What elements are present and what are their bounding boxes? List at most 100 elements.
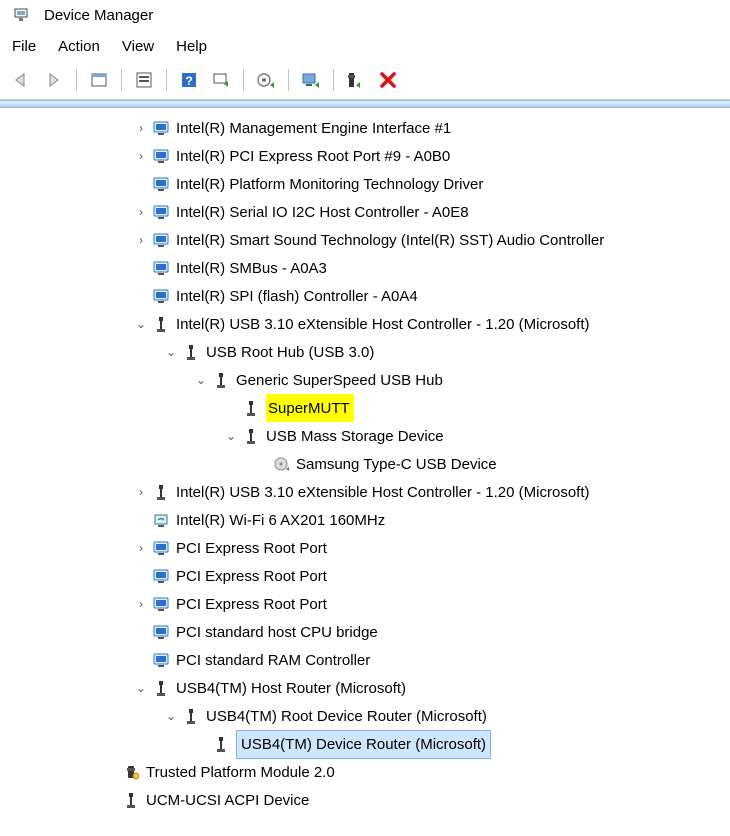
tree-item[interactable]: Trusted Platform Module 2.0 <box>12 758 730 786</box>
expand-collapse-icon[interactable]: ⌄ <box>132 311 150 338</box>
device-card-icon <box>152 175 170 193</box>
tree-item[interactable]: › Intel(R) USB 3.10 eXtensible Host Cont… <box>12 478 730 506</box>
expand-collapse-icon[interactable]: › <box>132 199 150 226</box>
device-label-selected: USB4(TM) Device Router (Microsoft) <box>236 730 491 759</box>
menu-file[interactable]: File <box>12 38 36 55</box>
device-card-icon <box>152 231 170 249</box>
tree-item[interactable]: › PCI Express Root Port <box>12 534 730 562</box>
device-label: Intel(R) Platform Monitoring Technology … <box>176 171 483 198</box>
tree-item[interactable]: ⌄ Intel(R) USB 3.10 eXtensible Host Cont… <box>12 310 730 338</box>
expand-collapse-icon[interactable]: › <box>132 115 150 142</box>
expand-collapse-icon[interactable]: › <box>132 227 150 254</box>
tree-item[interactable]: › Intel(R) Smart Sound Technology (Intel… <box>12 226 730 254</box>
device-card-icon <box>152 651 170 669</box>
device-label: USB4(TM) Root Device Router (Microsoft) <box>206 703 487 730</box>
expand-collapse-icon[interactable]: ⌄ <box>132 675 150 702</box>
device-label: USB Mass Storage Device <box>266 423 444 450</box>
device-label: PCI standard host CPU bridge <box>176 619 378 646</box>
toolbar-separator <box>288 69 289 91</box>
device-card-icon <box>152 119 170 137</box>
expand-collapse-icon[interactable]: › <box>132 479 150 506</box>
device-label: Generic SuperSpeed USB Hub <box>236 367 443 394</box>
expand-collapse-icon[interactable]: ⌄ <box>192 367 210 394</box>
tree-item-supermutt[interactable]: SuperMUTT <box>12 394 730 422</box>
expand-collapse-icon[interactable]: › <box>132 143 150 170</box>
tree-item[interactable]: PCI standard host CPU bridge <box>12 618 730 646</box>
tree-item[interactable]: Intel(R) SPI (flash) Controller - A0A4 <box>12 282 730 310</box>
help-button[interactable]: ? <box>175 67 203 93</box>
app-icon <box>12 6 30 24</box>
expand-collapse-icon[interactable]: ⌄ <box>222 423 240 450</box>
toolbar: ? <box>0 63 730 100</box>
device-label: Intel(R) PCI Express Root Port #9 - A0B0 <box>176 143 450 170</box>
tree-item[interactable]: › Intel(R) Management Engine Interface #… <box>12 114 730 142</box>
tree-item[interactable]: PCI Express Root Port <box>12 562 730 590</box>
usb-icon <box>212 735 230 753</box>
toolbar-separator <box>121 69 122 91</box>
device-label: Intel(R) USB 3.10 eXtensible Host Contro… <box>176 311 590 338</box>
uninstall-device-button[interactable] <box>342 67 370 93</box>
device-card-icon <box>152 287 170 305</box>
tree-item[interactable]: › Intel(R) PCI Express Root Port #9 - A0… <box>12 142 730 170</box>
properties-button[interactable] <box>130 67 158 93</box>
tree-item-selected[interactable]: USB4(TM) Device Router (Microsoft) <box>12 730 730 758</box>
menu-action[interactable]: Action <box>58 38 100 55</box>
device-label: Samsung Type-C USB Device <box>296 451 497 478</box>
usb-icon <box>152 483 170 501</box>
toolbar-separator <box>243 69 244 91</box>
device-tree[interactable]: › Intel(R) Management Engine Interface #… <box>0 108 730 814</box>
menubar: File Action View Help <box>0 28 730 63</box>
device-label: USB4(TM) Host Router (Microsoft) <box>176 675 406 702</box>
tree-item[interactable]: › PCI Express Root Port <box>12 590 730 618</box>
menu-view[interactable]: View <box>122 38 154 55</box>
device-card-icon <box>152 203 170 221</box>
menu-help[interactable]: Help <box>176 38 207 55</box>
wifi-icon <box>152 511 170 529</box>
tree-item[interactable]: PCI standard RAM Controller <box>12 646 730 674</box>
show-hide-tree-button[interactable] <box>85 67 113 93</box>
tree-item[interactable]: ⌄ USB Mass Storage Device <box>12 422 730 450</box>
expand-collapse-icon[interactable]: ⌄ <box>162 703 180 730</box>
toolbar-separator <box>166 69 167 91</box>
device-label: Intel(R) SPI (flash) Controller - A0A4 <box>176 283 418 310</box>
content-top-border <box>0 100 730 108</box>
tree-item[interactable]: ⌄ USB4(TM) Host Router (Microsoft) <box>12 674 730 702</box>
usb-icon <box>152 679 170 697</box>
device-label: Intel(R) Wi-Fi 6 AX201 160MHz <box>176 507 385 534</box>
usb-icon <box>242 399 260 417</box>
tpm-icon <box>122 763 140 781</box>
device-card-icon <box>152 595 170 613</box>
tree-item[interactable]: ⌄ USB4(TM) Root Device Router (Microsoft… <box>12 702 730 730</box>
device-label: PCI Express Root Port <box>176 563 327 590</box>
tree-item[interactable]: Intel(R) Wi-Fi 6 AX201 160MHz <box>12 506 730 534</box>
back-button[interactable] <box>8 67 36 93</box>
usb-icon <box>182 343 200 361</box>
tree-item[interactable]: UCM-UCSI ACPI Device <box>12 786 730 814</box>
expand-collapse-icon[interactable]: ⌄ <box>162 339 180 366</box>
tree-item[interactable]: Samsung Type-C USB Device <box>12 450 730 478</box>
disable-device-button[interactable] <box>374 67 402 93</box>
expand-collapse-icon[interactable]: › <box>132 535 150 562</box>
device-label: PCI Express Root Port <box>176 591 327 618</box>
toolbar-separator <box>76 69 77 91</box>
device-card-icon <box>152 147 170 165</box>
svg-text:?: ? <box>185 74 192 88</box>
device-label: Trusted Platform Module 2.0 <box>146 759 335 786</box>
toolbar-separator <box>333 69 334 91</box>
tree-item[interactable]: Intel(R) Platform Monitoring Technology … <box>12 170 730 198</box>
device-label: Intel(R) USB 3.10 eXtensible Host Contro… <box>176 479 590 506</box>
update-driver-button[interactable] <box>252 67 280 93</box>
expand-collapse-icon[interactable]: › <box>132 591 150 618</box>
tree-item[interactable]: Intel(R) SMBus - A0A3 <box>12 254 730 282</box>
device-label: Intel(R) Smart Sound Technology (Intel(R… <box>176 227 604 254</box>
device-card-icon <box>152 539 170 557</box>
tree-item[interactable]: ⌄ USB Root Hub (USB 3.0) <box>12 338 730 366</box>
scan-hardware-button[interactable] <box>207 67 235 93</box>
forward-button[interactable] <box>40 67 68 93</box>
window-title: Device Manager <box>44 7 153 24</box>
device-card-icon <box>152 259 170 277</box>
enable-device-button[interactable] <box>297 67 325 93</box>
tree-item[interactable]: › Intel(R) Serial IO I2C Host Controller… <box>12 198 730 226</box>
tree-item[interactable]: ⌄ Generic SuperSpeed USB Hub <box>12 366 730 394</box>
usb-icon <box>182 707 200 725</box>
